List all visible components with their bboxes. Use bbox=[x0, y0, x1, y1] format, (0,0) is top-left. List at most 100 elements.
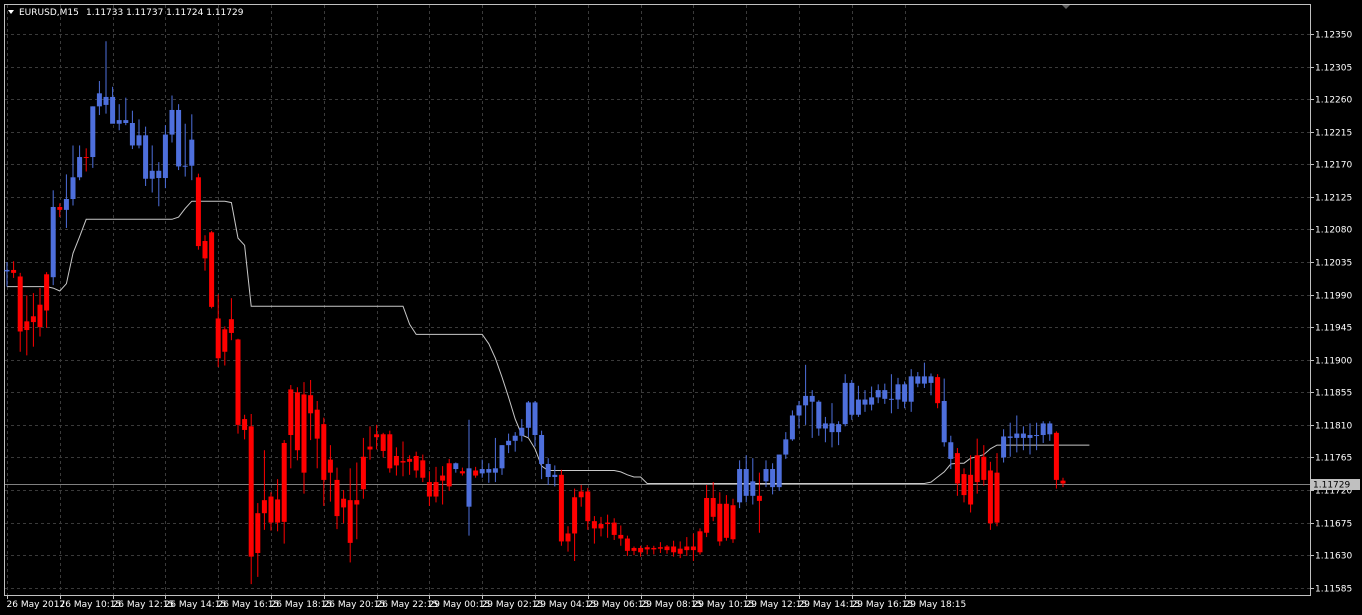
candle[interactable] bbox=[426, 471, 432, 506]
candle[interactable] bbox=[921, 362, 927, 388]
candle[interactable] bbox=[228, 298, 234, 341]
candle[interactable] bbox=[684, 537, 690, 556]
candle[interactable] bbox=[1040, 421, 1046, 443]
candle[interactable] bbox=[387, 430, 393, 473]
candle[interactable] bbox=[110, 86, 116, 124]
candle[interactable] bbox=[809, 390, 815, 438]
candle[interactable] bbox=[440, 466, 446, 505]
candle[interactable] bbox=[855, 385, 861, 417]
candle[interactable] bbox=[915, 372, 921, 388]
candle[interactable] bbox=[671, 540, 677, 557]
candle[interactable] bbox=[776, 454, 782, 491]
candle[interactable] bbox=[479, 459, 485, 478]
candle[interactable] bbox=[189, 114, 195, 181]
candle[interactable] bbox=[816, 400, 822, 436]
candle[interactable] bbox=[882, 383, 888, 404]
candle[interactable] bbox=[519, 419, 525, 442]
candle[interactable] bbox=[492, 437, 498, 483]
candle[interactable] bbox=[743, 455, 749, 503]
candle[interactable] bbox=[341, 490, 347, 524]
candle[interactable] bbox=[704, 484, 710, 538]
candle[interactable] bbox=[420, 454, 426, 483]
candle[interactable] bbox=[710, 482, 716, 522]
candle[interactable] bbox=[96, 81, 102, 116]
candle[interactable] bbox=[605, 514, 611, 538]
candle[interactable] bbox=[750, 458, 756, 505]
candle[interactable] bbox=[314, 400, 320, 469]
candle[interactable] bbox=[63, 174, 69, 228]
candle[interactable] bbox=[486, 463, 492, 483]
candle[interactable] bbox=[182, 123, 188, 177]
candle[interactable] bbox=[994, 453, 1000, 527]
candle[interactable] bbox=[321, 417, 327, 506]
candle[interactable] bbox=[129, 110, 135, 150]
candle[interactable] bbox=[506, 433, 512, 454]
candle[interactable] bbox=[354, 462, 360, 540]
candle[interactable] bbox=[539, 430, 545, 480]
candle[interactable] bbox=[558, 469, 564, 546]
candle[interactable] bbox=[875, 384, 881, 404]
candle[interactable] bbox=[123, 97, 129, 126]
candle[interactable] bbox=[162, 125, 168, 189]
candle[interactable] bbox=[393, 447, 399, 476]
candle[interactable] bbox=[44, 272, 50, 328]
candle[interactable] bbox=[895, 377, 901, 409]
candle[interactable] bbox=[281, 440, 287, 544]
candle[interactable] bbox=[730, 498, 736, 543]
candle[interactable] bbox=[4, 261, 10, 287]
candle[interactable] bbox=[446, 458, 452, 491]
candle[interactable] bbox=[255, 503, 261, 577]
candle[interactable] bbox=[545, 458, 551, 485]
candle[interactable] bbox=[512, 432, 518, 452]
candle[interactable] bbox=[473, 466, 479, 478]
candle[interactable] bbox=[783, 432, 789, 459]
candle[interactable] bbox=[169, 95, 175, 143]
candle[interactable] bbox=[308, 379, 314, 441]
candle[interactable] bbox=[209, 230, 215, 309]
candle[interactable] bbox=[453, 462, 459, 473]
candle[interactable] bbox=[116, 104, 122, 131]
candle[interactable] bbox=[961, 468, 967, 503]
candle[interactable] bbox=[981, 445, 987, 486]
candle[interactable] bbox=[618, 525, 624, 546]
candle[interactable] bbox=[288, 385, 294, 469]
dropdown-arrow-icon[interactable] bbox=[8, 10, 14, 14]
candle[interactable] bbox=[578, 484, 584, 507]
candle[interactable] bbox=[888, 374, 894, 414]
candle[interactable] bbox=[869, 386, 875, 411]
candle[interactable] bbox=[908, 369, 914, 412]
candle[interactable] bbox=[941, 378, 947, 447]
candle[interactable] bbox=[11, 261, 17, 278]
candle[interactable] bbox=[935, 374, 941, 409]
candle[interactable] bbox=[407, 455, 413, 475]
candle[interactable] bbox=[294, 387, 300, 461]
candle[interactable] bbox=[24, 295, 30, 356]
candle[interactable] bbox=[644, 545, 650, 555]
candle[interactable] bbox=[1020, 426, 1026, 451]
candle[interactable] bbox=[1007, 422, 1013, 457]
candle[interactable] bbox=[624, 535, 630, 556]
candle[interactable] bbox=[301, 382, 307, 494]
candle[interactable] bbox=[664, 545, 670, 554]
candle[interactable] bbox=[631, 546, 637, 556]
candle[interactable] bbox=[1047, 421, 1053, 441]
candle[interactable] bbox=[552, 465, 558, 487]
candle[interactable] bbox=[697, 528, 703, 555]
candle[interactable] bbox=[651, 545, 657, 555]
candle[interactable] bbox=[690, 533, 696, 561]
candle[interactable] bbox=[987, 461, 993, 530]
candle[interactable] bbox=[803, 364, 809, 425]
candle[interactable] bbox=[235, 338, 241, 434]
candle[interactable] bbox=[360, 437, 366, 499]
candle[interactable] bbox=[176, 104, 182, 171]
candle[interactable] bbox=[737, 460, 743, 509]
candle[interactable] bbox=[770, 463, 776, 495]
candle[interactable] bbox=[1014, 415, 1020, 453]
candle[interactable] bbox=[723, 495, 729, 541]
candle[interactable] bbox=[136, 119, 142, 149]
candle[interactable] bbox=[103, 41, 109, 114]
chart-shift-marker-icon[interactable] bbox=[1062, 5, 1070, 9]
candle[interactable] bbox=[215, 294, 221, 367]
candle[interactable] bbox=[380, 432, 386, 458]
candle[interactable] bbox=[327, 445, 333, 502]
